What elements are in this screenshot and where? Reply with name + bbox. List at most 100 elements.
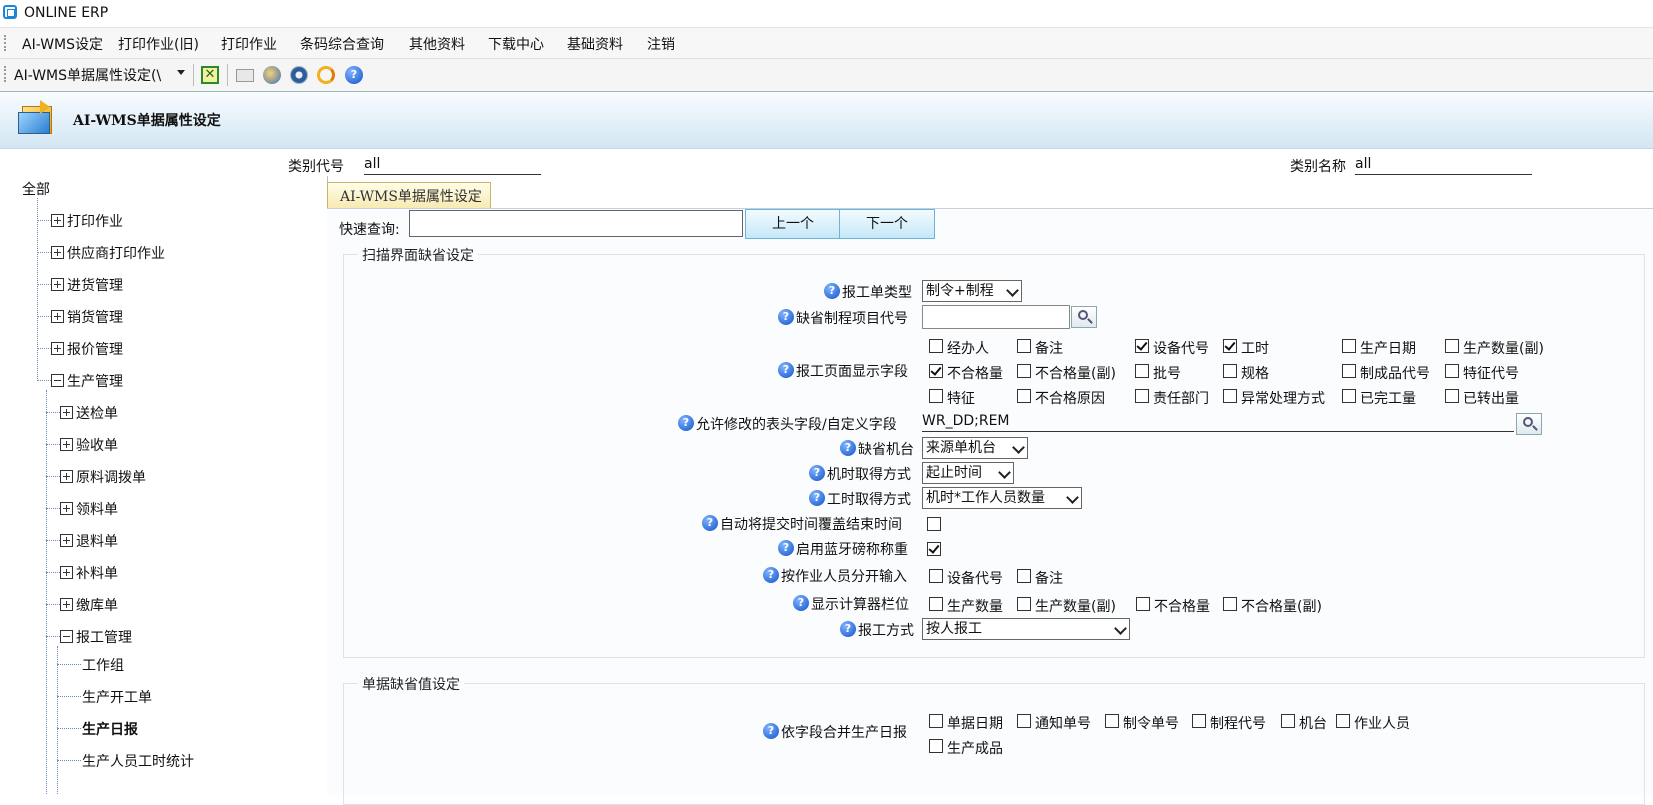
display-field-checkbox[interactable] [1135, 389, 1149, 403]
report-mode-select[interactable]: 按人报工 [922, 618, 1130, 640]
help-icon[interactable]: ? [778, 540, 794, 556]
tree-item-print[interactable]: 打印作业 [51, 211, 123, 231]
display-field-checkbox[interactable] [1017, 339, 1031, 353]
editable-fields-input[interactable]: WR_DD;REM [922, 413, 1514, 432]
menu-logout[interactable]: 注销 [647, 34, 675, 54]
expand-icon[interactable] [60, 598, 73, 611]
expand-icon[interactable] [51, 310, 64, 323]
split-option-checkbox[interactable] [929, 569, 943, 583]
help-icon[interactable]: ? [763, 567, 779, 583]
globe-icon[interactable] [263, 66, 281, 84]
category-code-field[interactable]: all [364, 156, 541, 175]
tree-item-sales[interactable]: 销货管理 [51, 307, 123, 327]
default-machine-select[interactable]: 来源单机台 [922, 437, 1028, 459]
menu-download-center[interactable]: 下载中心 [488, 34, 544, 54]
refresh-icon[interactable] [317, 66, 335, 84]
menu-print[interactable]: 打印作业 [221, 34, 277, 54]
report-type-select[interactable]: 制令+制程 [922, 280, 1022, 302]
help-icon[interactable]: ? [809, 490, 825, 506]
disc-icon[interactable] [290, 66, 308, 84]
display-field-checkbox[interactable] [929, 389, 943, 403]
expand-icon[interactable] [60, 502, 73, 515]
expand-icon[interactable] [60, 406, 73, 419]
display-field-checkbox[interactable] [1223, 339, 1237, 353]
display-field-checkbox[interactable] [1135, 364, 1149, 378]
display-field-checkbox[interactable] [1342, 339, 1356, 353]
help-icon[interactable]: ? [345, 66, 363, 84]
merge-option-checkbox[interactable] [929, 739, 943, 753]
display-field-checkbox[interactable] [1445, 364, 1459, 378]
display-field-checkbox[interactable] [1223, 364, 1237, 378]
lookup-search-icon[interactable] [1516, 413, 1542, 435]
lookup-search-icon[interactable] [1071, 306, 1097, 328]
bluetooth-scale-checkbox[interactable] [927, 542, 941, 556]
previous-button[interactable]: 上一个 [745, 209, 841, 239]
work-time-method-select[interactable]: 机时*工作人员数量 [922, 487, 1082, 509]
tree-item-worker-hours[interactable]: 生产人员工时统计 [82, 751, 194, 771]
merge-option-checkbox[interactable] [1281, 714, 1295, 728]
tree-item-work-group[interactable]: 工作组 [82, 655, 124, 675]
expand-icon[interactable] [51, 214, 64, 227]
help-icon[interactable]: ? [809, 465, 825, 481]
keyboard-icon[interactable] [236, 69, 254, 82]
tree-item-material-requisition[interactable]: 领料单 [60, 499, 118, 519]
help-icon[interactable]: ? [778, 362, 794, 378]
quick-search-input[interactable] [409, 210, 743, 237]
menu-print-old[interactable]: 打印作业(旧) [118, 34, 199, 54]
menu-basic-data[interactable]: 基础资料 [567, 34, 623, 54]
calculator-option-checkbox[interactable] [1223, 597, 1237, 611]
merge-option-checkbox[interactable] [1017, 714, 1031, 728]
tree-item-material-supplement[interactable]: 补料单 [60, 563, 118, 583]
menu-ai-wms[interactable]: AI-WMS设定 [22, 34, 103, 54]
expand-icon[interactable] [60, 566, 73, 579]
auto-override-checkbox[interactable] [927, 517, 941, 531]
tree-item-material-return[interactable]: 退料单 [60, 531, 118, 551]
tree-item-warehousing[interactable]: 缴库单 [60, 595, 118, 615]
merge-option-checkbox[interactable] [1336, 714, 1350, 728]
toolbar-grip[interactable] [4, 66, 9, 82]
expand-icon[interactable] [60, 534, 73, 547]
tree-item-work-report[interactable]: 报工管理 [60, 627, 132, 647]
machine-time-method-select[interactable]: 起止时间 [922, 462, 1014, 484]
help-icon[interactable]: ? [678, 415, 694, 431]
next-button[interactable]: 下一个 [839, 209, 935, 239]
help-icon[interactable]: ? [702, 515, 718, 531]
help-icon[interactable]: ? [840, 440, 856, 456]
display-field-checkbox[interactable] [1342, 389, 1356, 403]
expand-icon[interactable] [51, 246, 64, 259]
excel-export-icon[interactable]: ✕ [201, 66, 219, 84]
help-icon[interactable]: ? [763, 723, 779, 739]
menu-barcode-query[interactable]: 条码综合查询 [300, 34, 384, 54]
calculator-option-checkbox[interactable] [929, 597, 943, 611]
tree-item-supplier-print[interactable]: 供应商打印作业 [51, 243, 165, 263]
menu-other-data[interactable]: 其他资料 [409, 34, 465, 54]
tree-item-acceptance[interactable]: 验收单 [60, 435, 118, 455]
split-option-checkbox[interactable] [1017, 569, 1031, 583]
tree-item-daily-report[interactable]: 生产日报 [82, 719, 138, 739]
display-field-checkbox[interactable] [929, 364, 943, 378]
tree-item-production[interactable]: 生产管理 [51, 371, 123, 391]
help-icon[interactable]: ? [778, 309, 794, 325]
collapse-icon[interactable] [60, 630, 73, 643]
display-field-checkbox[interactable] [1017, 364, 1031, 378]
module-select[interactable]: AI-WMS单据属性设定(\ [14, 65, 161, 85]
tree-item-production-start[interactable]: 生产开工单 [82, 687, 152, 707]
display-field-checkbox[interactable] [1445, 339, 1459, 353]
expand-icon[interactable] [51, 342, 64, 355]
calculator-option-checkbox[interactable] [1017, 597, 1031, 611]
merge-option-checkbox[interactable] [1105, 714, 1119, 728]
menu-grip[interactable] [4, 35, 9, 51]
help-icon[interactable]: ? [793, 595, 809, 611]
expand-icon[interactable] [60, 438, 73, 451]
expand-icon[interactable] [60, 470, 73, 483]
expand-icon[interactable] [51, 278, 64, 291]
category-name-field[interactable]: all [1355, 156, 1532, 175]
tree-item-material-transfer[interactable]: 原料调拨单 [60, 467, 146, 487]
display-field-checkbox[interactable] [1135, 339, 1149, 353]
tree-root[interactable]: 全部 [22, 179, 50, 199]
tree-item-quotation[interactable]: 报价管理 [51, 339, 123, 359]
display-field-checkbox[interactable] [1223, 389, 1237, 403]
tree-item-purchase[interactable]: 进货管理 [51, 275, 123, 295]
chevron-down-icon[interactable] [177, 70, 185, 75]
merge-option-checkbox[interactable] [1192, 714, 1206, 728]
